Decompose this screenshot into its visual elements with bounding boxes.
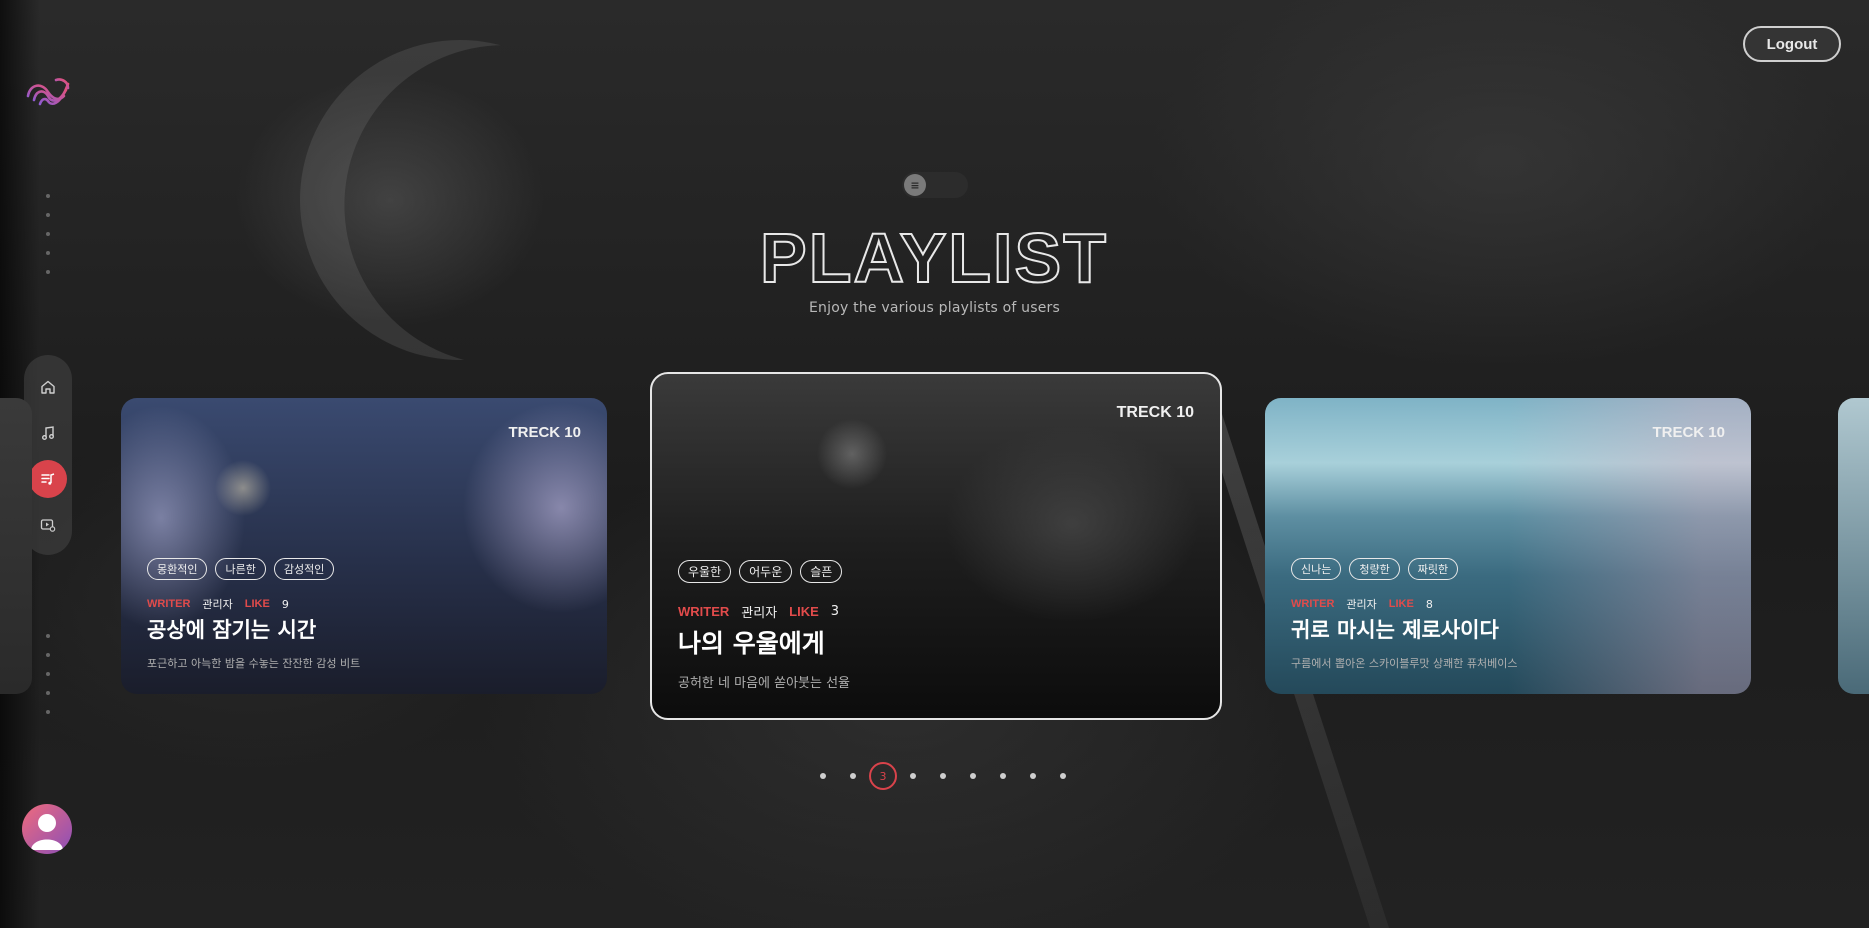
playlist-icon — [41, 473, 55, 485]
pagination-dot[interactable] — [1018, 762, 1048, 790]
tag-list: 우울한 어두운 슬픈 — [678, 560, 843, 583]
pagination-dot-active[interactable]: 3 — [868, 762, 898, 790]
nav-playlist[interactable] — [29, 460, 67, 498]
decorative-dots-bottom — [46, 634, 50, 729]
pagination-dot[interactable] — [1048, 762, 1078, 790]
writer-label: WRITER — [147, 598, 191, 610]
writer-name: 관리자 — [202, 598, 233, 611]
user-avatar-icon — [31, 814, 63, 850]
mood-tag[interactable]: 신나는 — [1291, 558, 1342, 580]
card-title: 공상에 잠기는 시간 — [147, 618, 317, 642]
like-count: 3 — [830, 604, 840, 619]
background-moon — [255, 0, 665, 405]
like-label: LIKE — [1388, 598, 1414, 610]
decorative-dots-top — [46, 194, 50, 289]
page-background: Logout ≡ PLAYLIST Enjoy the various play… — [0, 0, 1869, 928]
carousel-pagination: 3 — [808, 762, 1078, 790]
home-icon — [41, 380, 55, 394]
track-count: TRECK 10 — [1652, 424, 1725, 441]
music-note-icon — [42, 426, 54, 440]
menu-icon: ≡ — [904, 174, 926, 196]
playlist-card-next[interactable] — [1838, 398, 1869, 694]
like-count: 8 — [1425, 597, 1433, 611]
writer-name: 관리자 — [1346, 598, 1377, 611]
page-title-text: PLAYLIST — [760, 219, 1108, 294]
card-description: 구름에서 뽑아온 스카이블루맛 상쾌한 퓨처베이스 — [1291, 657, 1518, 670]
tag-list: 몽환적인 나른한 감성적인 — [147, 558, 335, 580]
nav-video-settings[interactable] — [29, 506, 67, 544]
card-title: 나의 우울에게 — [678, 629, 825, 658]
playlist-card-previous[interactable] — [0, 398, 32, 694]
mood-tag[interactable]: 슬픈 — [800, 560, 843, 583]
page-subtitle: Enjoy the various playlists of users — [809, 300, 1060, 316]
mood-tag[interactable]: 청량한 — [1349, 558, 1400, 580]
playlist-card[interactable]: TRECK 10 몽환적인 나른한 감성적인 WRITER 관리자 LIKE 9… — [121, 398, 607, 694]
logout-button[interactable]: Logout — [1743, 26, 1841, 62]
card-description: 공허한 네 마음에 쏟아붓는 선율 — [678, 676, 851, 691]
nav-music[interactable] — [29, 414, 67, 452]
pagination-dot[interactable] — [808, 762, 838, 790]
view-toggle[interactable]: ≡ — [902, 172, 968, 198]
card-title: 귀로 마시는 제로사이다 — [1291, 618, 1499, 642]
mood-tag[interactable]: 짜릿한 — [1407, 558, 1459, 580]
logo-icon[interactable] — [26, 76, 70, 110]
writer-label: WRITER — [678, 604, 730, 619]
like-count: 9 — [281, 597, 289, 611]
card-description: 포근하고 아늑한 밤을 수놓는 잔잔한 감성 비트 — [147, 657, 361, 670]
nav-home[interactable] — [29, 368, 67, 406]
mood-tag[interactable]: 나른한 — [215, 558, 266, 580]
like-label: LIKE — [789, 604, 819, 619]
pagination-dot[interactable] — [988, 762, 1018, 790]
pagination-dot[interactable] — [928, 762, 958, 790]
mood-tag[interactable]: 몽환적인 — [147, 558, 208, 580]
writer-label: WRITER — [1291, 598, 1335, 610]
pagination-dot[interactable] — [898, 762, 928, 790]
like-label: LIKE — [244, 598, 270, 610]
mood-tag[interactable]: 감성적인 — [273, 558, 335, 580]
pagination-dot[interactable] — [838, 762, 868, 790]
pagination-dot[interactable] — [958, 762, 988, 790]
track-count: TRECK 10 — [508, 424, 581, 441]
playlist-card-active[interactable]: TRECK 10 우울한 어두운 슬픈 WRITER 관리자 LIKE 3 나의… — [650, 372, 1222, 720]
playlist-card[interactable]: TRECK 10 신나는 청량한 짜릿한 WRITER 관리자 LIKE 8 귀… — [1265, 398, 1751, 694]
writer-name: 관리자 — [741, 606, 778, 621]
card-meta: WRITER 관리자 LIKE 8 — [1291, 596, 1433, 612]
mood-tag[interactable]: 어두운 — [739, 560, 793, 583]
current-page-number: 3 — [869, 762, 897, 790]
page-title: PLAYLIST — [759, 218, 1108, 294]
tag-list: 신나는 청량한 짜릿한 — [1291, 558, 1459, 580]
card-meta: WRITER 관리자 LIKE 3 — [678, 602, 839, 621]
mood-tag[interactable]: 우울한 — [678, 560, 732, 583]
user-avatar[interactable] — [22, 804, 72, 854]
track-count: TRECK 10 — [1116, 404, 1194, 421]
card-meta: WRITER 관리자 LIKE 9 — [147, 596, 289, 612]
video-settings-icon — [40, 519, 56, 532]
